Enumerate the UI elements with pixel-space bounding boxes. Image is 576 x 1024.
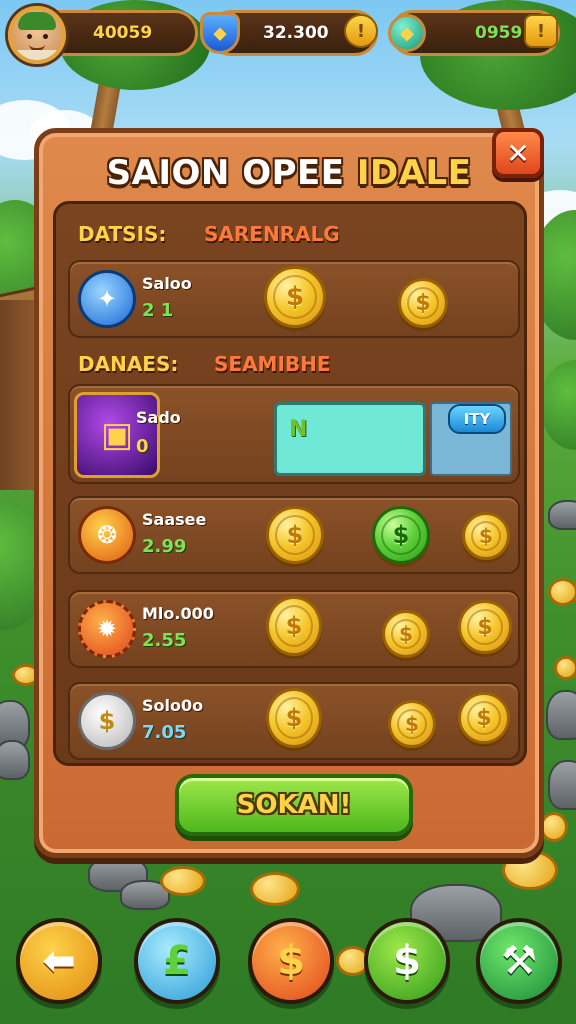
item-value: 7.05	[142, 722, 187, 743]
green-tool-button[interactable]: ⚒	[476, 918, 562, 1004]
orange-dollar-button[interactable]: $	[248, 918, 334, 1004]
confirm-button[interactable]: SOKAN!	[175, 774, 413, 836]
section-label-damages: DANAES:	[78, 352, 179, 376]
list-item[interactable]: ✦ Saloo 2 1 $ $	[68, 260, 520, 338]
item-value: 2.55	[142, 630, 187, 651]
player-avatar[interactable]	[8, 6, 66, 64]
item-name: Solo0o	[142, 696, 204, 715]
green-tool-icon: ⚒	[501, 938, 537, 984]
panel-title-main: SAION OPEE	[106, 153, 357, 193]
shop-panel: SAION OPEE IDALE DATSIS: SARENRALG ✦ Sal…	[34, 128, 544, 858]
item-preview-box[interactable]: N	[274, 402, 426, 476]
gems-add-button[interactable]: !	[344, 14, 378, 48]
coin-icon[interactable]: $	[462, 512, 510, 560]
coin-icon[interactable]: $	[458, 600, 512, 654]
gold-chest-icon: ▣	[74, 392, 160, 478]
blue-currency-icon: £	[163, 938, 191, 984]
panel-title: SAION OPEE IDALE	[39, 153, 539, 193]
list-item[interactable]: ✹ Mlo.000 2.55 $ $ $	[68, 590, 520, 668]
coin-icon[interactable]: $	[264, 266, 326, 328]
section-label-dates: DATSIS:	[78, 222, 167, 246]
coin-icon[interactable]: $	[388, 700, 436, 748]
cash-value: 0959	[475, 23, 523, 43]
back-arrow-icon: ⬅	[42, 938, 76, 984]
item-name: Saasee	[142, 510, 207, 529]
fire-emblem-icon: ❂	[78, 506, 136, 564]
items-list: DATSIS: SARENRALG ✦ Saloo 2 1 $ $ DANAES…	[53, 201, 527, 766]
list-item[interactable]: ▣ Sado 0 N ITY	[68, 384, 520, 484]
item-name: Mlo.000	[142, 604, 214, 623]
coin-icon[interactable]: $	[266, 596, 322, 656]
coin-icon[interactable]: $	[266, 688, 322, 748]
silver-coin-icon: $	[78, 692, 136, 750]
blue-currency-button[interactable]: £	[134, 918, 220, 1004]
coin-icon[interactable]: $	[382, 610, 430, 658]
panel-title-accent: IDALE	[356, 153, 472, 193]
cash-add-button[interactable]: !	[524, 14, 558, 48]
shield-gem-icon: ⬥	[200, 12, 240, 54]
blue-swirl-icon: ✦	[78, 270, 136, 328]
back-button[interactable]: ⬅	[16, 918, 102, 1004]
coin-icon[interactable]: $	[266, 506, 324, 564]
fire-gear-icon: ✹	[78, 600, 136, 658]
section-label-arrivals: SARENRALG	[204, 222, 340, 246]
green-dollar-button[interactable]: $	[364, 918, 450, 1004]
item-value: 0	[136, 436, 149, 457]
gems-value: 32.300	[263, 23, 329, 43]
preview-label: N	[289, 417, 308, 442]
cash-gem-icon: ◆	[388, 14, 426, 52]
section-label-seamibhe: SEAMIBHE	[214, 352, 331, 376]
item-name: Saloo	[142, 274, 192, 293]
list-item[interactable]: $ Solo0o 7.05 $ $ $	[68, 682, 520, 760]
item-value: 2 1	[142, 300, 174, 321]
close-button[interactable]: ✕	[492, 128, 544, 178]
gold-value: 40059	[93, 23, 153, 43]
green-dollar-icon: $	[393, 938, 421, 984]
orange-dollar-icon: $	[277, 938, 305, 984]
list-item[interactable]: ❂ Saasee 2.99 $ $ $	[68, 496, 520, 574]
item-name: Sado	[136, 408, 181, 427]
item-value: 2.99	[142, 536, 187, 557]
green-coin-icon[interactable]: $	[372, 506, 430, 564]
item-action-button[interactable]: ITY	[448, 404, 506, 434]
coin-icon[interactable]: $	[398, 278, 448, 328]
coin-icon[interactable]: $	[458, 692, 510, 744]
